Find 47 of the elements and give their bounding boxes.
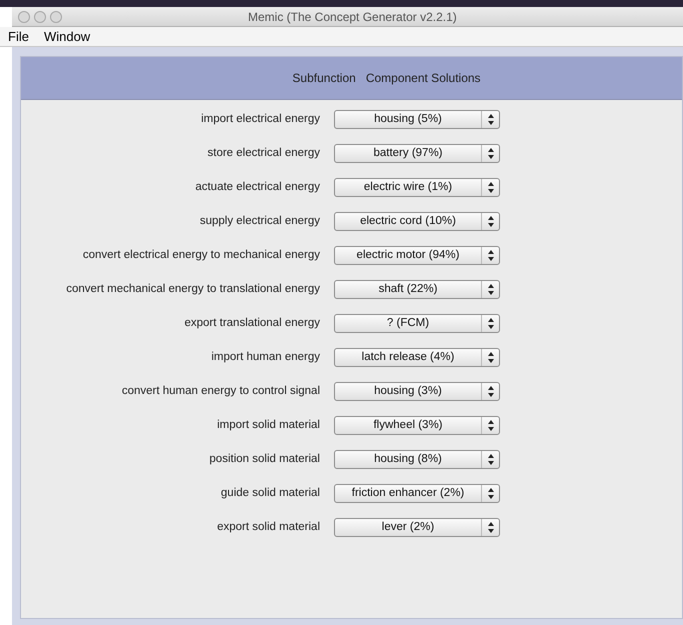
stepper-arrows-icon [488, 352, 494, 363]
solution-dropdown[interactable]: flywheel (3%) [334, 416, 500, 435]
subfunction-label: import human energy [210, 350, 321, 365]
stepper-arrows-icon [488, 318, 494, 329]
solution-dropdown[interactable]: housing (3%) [334, 382, 500, 401]
subfunction-label: import electrical energy [200, 112, 321, 127]
subfunction-label: convert electrical energy to mechanical energy [82, 248, 321, 263]
stepper-arrows-icon [488, 284, 494, 295]
subfunction-label: actuate electrical energy [194, 180, 321, 195]
stepper-arrows-icon [488, 216, 494, 227]
menu-item[interactable]: Window [44, 26, 90, 46]
subfunction-label: guide solid material [220, 486, 321, 501]
zoom-button[interactable] [50, 10, 62, 22]
subfunction-label: supply electrical energy [198, 214, 321, 229]
solution-dropdown[interactable]: latch release (4%) [334, 348, 500, 367]
stepper-arrows-icon [488, 182, 494, 193]
subfunction-label: store electrical energy [206, 146, 321, 161]
solution-dropdown[interactable]: electric cord (10%) [334, 212, 500, 231]
subfunction-label: export solid material [216, 520, 321, 535]
menu-item[interactable]: File [8, 26, 29, 46]
solution-dropdown[interactable]: lever (2%) [334, 518, 500, 537]
stepper-arrows-icon [488, 488, 494, 499]
stepper-arrows-icon [488, 454, 494, 465]
subfunction-label: convert human energy to control signal [120, 384, 321, 399]
stepper-arrows-icon [488, 148, 494, 159]
solution-dropdown[interactable]: shaft (22%) [334, 280, 500, 299]
column-header: Component Solutions [366, 70, 481, 87]
solution-dropdown[interactable]: housing (5%) [334, 110, 500, 129]
solution-dropdown[interactable]: ? (FCM) [334, 314, 500, 333]
solution-dropdown[interactable]: housing (8%) [334, 450, 500, 469]
stepper-arrows-icon [488, 420, 494, 431]
solution-dropdown[interactable]: electric motor (94%) [334, 246, 500, 265]
stepper-arrows-icon [488, 114, 494, 125]
subfunction-label: import solid material [216, 418, 321, 433]
subfunction-label: export translational energy [183, 316, 321, 331]
column-header: Subfunction [292, 70, 356, 87]
stepper-arrows-icon [488, 522, 494, 533]
solution-dropdown[interactable]: friction enhancer (2%) [334, 484, 500, 503]
solution-dropdown[interactable]: electric wire (1%) [334, 178, 500, 197]
close-button[interactable] [18, 10, 30, 22]
solution-dropdown[interactable]: battery (97%) [334, 144, 500, 163]
stepper-arrows-icon [488, 386, 494, 397]
stepper-arrows-icon [488, 250, 494, 261]
subfunction-label: convert mechanical energy to translational energy [65, 282, 321, 297]
subfunction-label: position solid material [208, 452, 321, 467]
window-title: Memic (The Concept Generator v2.2.1) [248, 8, 457, 26]
minimize-button[interactable] [34, 10, 46, 22]
